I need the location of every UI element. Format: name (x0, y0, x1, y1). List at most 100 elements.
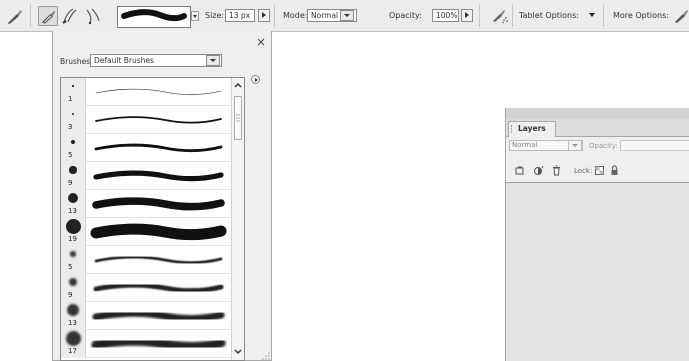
brush-list: 1 3 5 9 13 19 5 9 13 17 (60, 77, 245, 361)
brush-stroke-preview (95, 116, 222, 124)
opacity-field[interactable]: 100% (432, 9, 459, 22)
tablet-options-dropdown-icon[interactable] (589, 13, 595, 17)
scroll-up-icon[interactable] (233, 80, 243, 91)
toolbar-separator (30, 4, 31, 27)
brush-tip-item[interactable]: 5 (61, 134, 231, 162)
brush-tip-item[interactable]: 9 (61, 274, 231, 302)
brush-size-label: 13 (68, 207, 77, 215)
brush-tip-item[interactable]: 17 (61, 330, 231, 358)
brush-stroke-preview (90, 223, 227, 241)
brush-tip-thumbnail: 5 (61, 134, 86, 162)
mode-label: Mode: (283, 11, 308, 20)
brush-list-scrollbar[interactable] (231, 78, 244, 360)
brush-tip-thumbnail: 13 (61, 302, 86, 330)
brush-tip-thumbnail: 9 (61, 274, 86, 302)
brush-tip-item[interactable]: 13 (61, 302, 231, 330)
options-toolbar: Size: 13 px Mode: Normal Opacity: 100% T… (0, 0, 689, 32)
toolbar-separator (479, 4, 480, 27)
layers-opacity-label: Opacity: (589, 142, 618, 150)
lock-transparency-icon[interactable] (594, 165, 605, 176)
brush-tip-thumbnail: 1 (61, 78, 86, 106)
brush-tip-thumbnail: 19 (61, 218, 86, 246)
blend-mode-value: Normal (512, 141, 538, 149)
trash-icon[interactable] (551, 165, 562, 176)
brush-tip-dot (65, 219, 81, 234)
lock-label: Lock: (574, 167, 593, 175)
brush-stroke-preview (95, 88, 222, 95)
brush-tip-dot (67, 192, 79, 204)
brush-set-select[interactable]: Default Brushes (90, 54, 222, 67)
brush-size-label: 5 (68, 151, 73, 159)
brush-tip-thumbnail: 5 (61, 246, 86, 274)
brush-tip-item[interactable]: 5 (61, 246, 231, 274)
layers-panel-header[interactable] (506, 108, 689, 119)
brush-tip-dot (70, 251, 76, 257)
mode-value: Normal (311, 11, 339, 20)
brush-size-label: 9 (68, 179, 73, 187)
brush-tip-item[interactable]: 9 (61, 162, 231, 190)
brush-stroke-preview (91, 336, 226, 352)
brush-stroke-preview (92, 197, 225, 211)
brush-picker-dropdown-button[interactable] (191, 11, 199, 21)
lock-icon[interactable] (609, 165, 620, 176)
adjustment-layer-icon[interactable] (533, 165, 544, 176)
brushes-label: Brushes: (60, 57, 93, 66)
thumb-grip-icon (236, 114, 240, 122)
brush-dynamics-icon[interactable] (673, 8, 689, 24)
layers-opacity-field (620, 140, 689, 151)
brush-panel-menu-icon[interactable] (251, 75, 260, 84)
brush-size-label: 13 (68, 319, 77, 327)
brush-tip-item[interactable]: 3 (61, 106, 231, 134)
brush-size-label: 9 (68, 291, 73, 299)
brush-stroke-preview (93, 282, 224, 293)
brush-tip-dot (67, 304, 79, 316)
more-options-label[interactable]: More Options: (613, 11, 669, 20)
brush-set-value: Default Brushes (94, 56, 154, 65)
brush-tip-thumbnail: 9 (61, 162, 86, 190)
brush-picker-panel: × Brushes: Default Brushes 1 3 5 9 13 19 5 9 13 1… (52, 31, 272, 361)
tablet-options-label[interactable]: Tablet Options: (519, 11, 579, 20)
brush-size-label: 1 (68, 95, 73, 103)
impressionist-brush-icon[interactable] (61, 7, 79, 25)
brush-tip-item[interactable]: 19 (61, 218, 231, 246)
brush-size-label: 17 (68, 347, 77, 355)
brush-size-label: 3 (68, 123, 73, 131)
brush-tip-dot (72, 85, 74, 87)
brush-tip-thumbnail: 13 (61, 190, 86, 218)
size-field[interactable]: 13 px (225, 9, 255, 22)
close-icon[interactable]: × (256, 35, 266, 49)
color-replacement-icon[interactable] (84, 7, 102, 25)
brush-tool-icon[interactable] (7, 8, 23, 24)
size-slider-button[interactable] (258, 9, 270, 22)
scroll-down-icon[interactable] (233, 346, 243, 357)
layers-list-area[interactable] (506, 182, 689, 361)
brush-mode-button[interactable] (38, 6, 58, 26)
brush-size-label: 5 (68, 263, 73, 271)
brush-stroke-preview (94, 255, 223, 264)
brush-tip-dot (68, 277, 78, 287)
opacity-slider-button[interactable] (461, 9, 473, 22)
toolbar-separator (512, 4, 513, 27)
brush-stroke-preview (94, 143, 223, 152)
brush-tip-dot (71, 112, 75, 116)
brush-tip-dot (69, 166, 77, 174)
resize-grip-icon[interactable] (261, 351, 271, 361)
airbrush-icon[interactable] (491, 8, 509, 24)
brush-size-label: 19 (68, 235, 77, 243)
scrollbar-thumb[interactable] (234, 96, 242, 140)
toolbar-separator (274, 4, 275, 27)
brush-tip-item[interactable]: 13 (61, 190, 231, 218)
blend-mode-dropdown-button (568, 140, 582, 151)
new-layer-icon[interactable] (514, 165, 525, 176)
tab-layers[interactable]: Layers (508, 121, 556, 137)
brush-preview-picker[interactable] (117, 6, 191, 28)
opacity-label: Opacity: (389, 11, 422, 20)
mode-dropdown-button[interactable] (340, 10, 354, 21)
brush-stroke-preview (92, 309, 225, 323)
brush-tip-thumbnail: 3 (61, 106, 86, 134)
brush-tip-dot (71, 140, 75, 144)
size-label: Size: (205, 11, 225, 20)
blend-mode-select: Normal (509, 140, 583, 151)
brush-set-dropdown-button[interactable] (206, 55, 220, 66)
brush-tip-item[interactable]: 1 (61, 78, 231, 106)
